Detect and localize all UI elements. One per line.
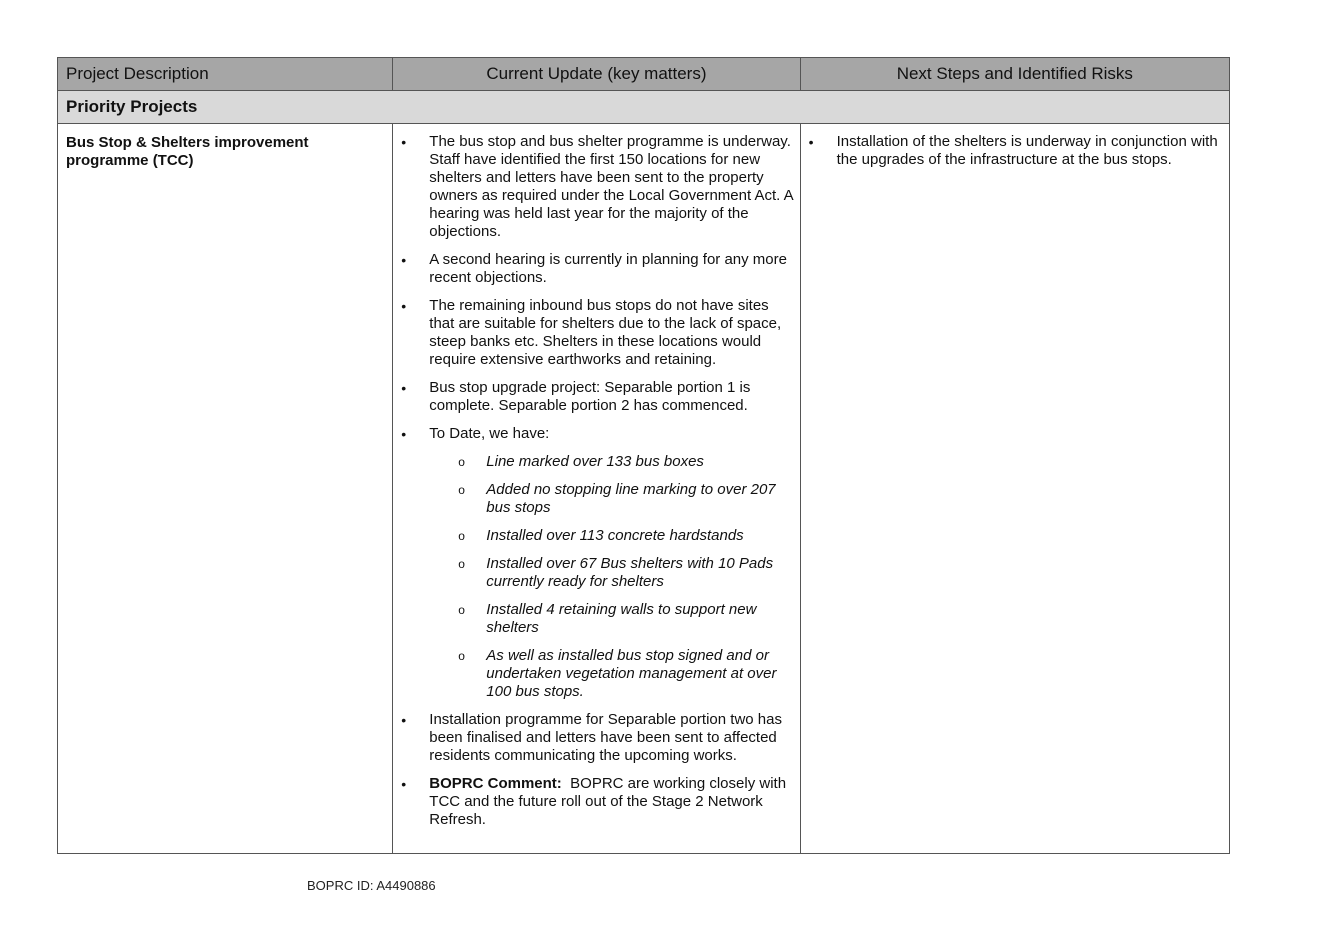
list-item: The bus stop and bus shelter programme i… bbox=[399, 133, 793, 241]
current-update-cell: The bus stop and bus shelter programme i… bbox=[392, 123, 801, 854]
header-next-steps: Next Steps and Identified Risks bbox=[799, 56, 1231, 92]
sub-list-item: Installed over 113 concrete hardstands bbox=[429, 527, 793, 545]
to-date-label: To Date, we have: bbox=[429, 425, 550, 443]
current-update-list: The bus stop and bus shelter programme i… bbox=[393, 124, 799, 829]
sub-list-item: Added no stopping line marking to over 2… bbox=[429, 481, 793, 517]
list-item: The remaining inbound bus stops do not h… bbox=[399, 297, 793, 369]
sub-list-item: Line marked over 133 bus boxes bbox=[429, 453, 793, 471]
list-item-to-date: To Date, we have: Line marked over 133 b… bbox=[399, 425, 793, 701]
table-row: Bus Stop & Shelters improvement programm… bbox=[56, 123, 1231, 854]
list-item: Installation of the shelters is underway… bbox=[807, 133, 1223, 169]
next-steps-list: Installation of the shelters is underway… bbox=[801, 124, 1229, 169]
list-item-comment: BOPRC Comment: BOPRC are working closely… bbox=[399, 775, 793, 829]
sub-list-item: Installed 4 retaining walls to support n… bbox=[429, 601, 793, 637]
to-date-sublist: Line marked over 133 bus boxes Added no … bbox=[429, 453, 793, 701]
list-item: Installation programme for Separable por… bbox=[399, 711, 793, 765]
sub-list-item: Installed over 67 Bus shelters with 10 P… bbox=[429, 555, 793, 591]
header-project-description: Project Description bbox=[56, 56, 394, 92]
comment-label: BOPRC Comment: bbox=[429, 775, 562, 793]
project-title: Bus Stop & Shelters improvement programm… bbox=[66, 134, 309, 170]
list-item: A second hearing is currently in plannin… bbox=[399, 251, 793, 287]
header-current-update: Current Update (key matters) bbox=[392, 56, 801, 92]
document-id: BOPRC ID: A4490886 bbox=[307, 878, 436, 893]
table-header-row: Project Description Current Update (key … bbox=[56, 56, 1231, 92]
section-row: Priority Projects bbox=[57, 90, 1230, 125]
next-steps-cell: Installation of the shelters is underway… bbox=[799, 123, 1231, 854]
report-table: Project Description Current Update (key … bbox=[56, 56, 1231, 854]
section-title: Priority Projects bbox=[57, 90, 1230, 125]
project-description-cell: Bus Stop & Shelters improvement programm… bbox=[56, 123, 394, 854]
sub-list-item: As well as installed bus stop signed and… bbox=[429, 647, 793, 701]
list-item: Bus stop upgrade project: Separable port… bbox=[399, 379, 793, 415]
